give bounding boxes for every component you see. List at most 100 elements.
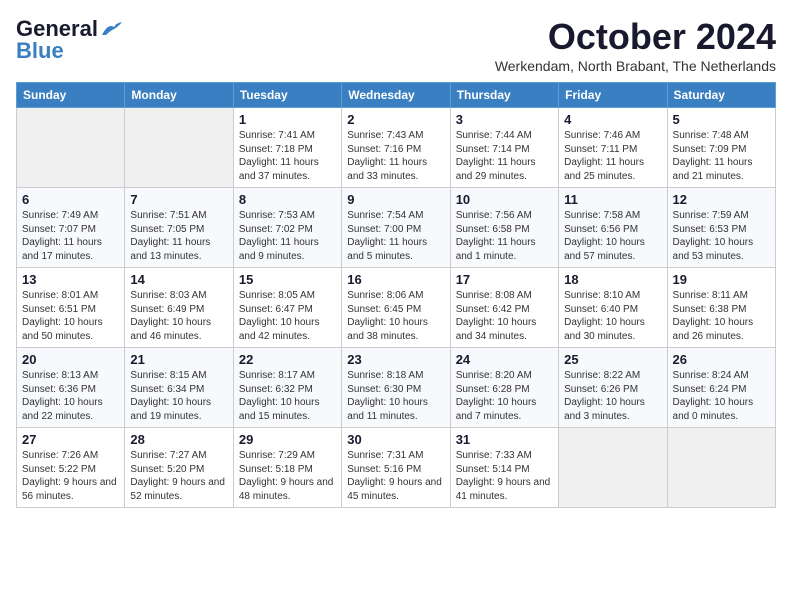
day-details: Sunrise: 8:15 AM Sunset: 6:34 PM Dayligh… xyxy=(130,369,227,423)
weekday-header-thursday: Thursday xyxy=(450,83,558,108)
calendar-cell: 1 Sunrise: 7:41 AM Sunset: 7:18 PM Daylig… xyxy=(233,108,341,188)
calendar-header-row: SundayMondayTuesdayWednesdayThursdayFrid… xyxy=(17,83,776,108)
calendar-table: SundayMondayTuesdayWednesdayThursdayFrid… xyxy=(16,82,776,508)
weekday-header-wednesday: Wednesday xyxy=(342,83,450,108)
calendar-cell xyxy=(125,108,233,188)
calendar-cell: 22Sunrise: 8:17 AM Sunset: 6:32 PM Dayli… xyxy=(233,348,341,428)
calendar-week-row: 1 Sunrise: 7:41 AM Sunset: 7:18 PM Daylig… xyxy=(17,108,776,188)
day-number: 12 xyxy=(673,192,770,207)
calendar-cell: 28 Sunrise: 7:27 AM Sunset: 5:20 PM Dayli… xyxy=(125,428,233,508)
logo: General Blue xyxy=(16,16,122,64)
day-details: Sunrise: 7:53 AM Sunset: 7:02 PM Dayligh… xyxy=(239,209,336,263)
day-details: Sunrise: 7:26 AM Sunset: 5:22 PM Dayligh… xyxy=(22,449,119,503)
calendar-week-row: 13Sunrise: 8:01 AM Sunset: 6:51 PM Dayli… xyxy=(17,268,776,348)
day-number: 17 xyxy=(456,272,553,287)
day-number: 14 xyxy=(130,272,227,287)
calendar-cell: 15 Sunrise: 8:05 AM Sunset: 6:47 PM Dayli… xyxy=(233,268,341,348)
day-details: Sunrise: 8:11 AM Sunset: 6:38 PM Dayligh… xyxy=(673,289,770,343)
day-details: Sunrise: 8:18 AM Sunset: 6:30 PM Dayligh… xyxy=(347,369,444,423)
day-details: Sunrise: 7:54 AM Sunset: 7:00 PM Dayligh… xyxy=(347,209,444,263)
day-number: 21 xyxy=(130,352,227,367)
calendar-cell: 20 Sunrise: 8:13 AM Sunset: 6:36 PM Dayli… xyxy=(17,348,125,428)
day-details: Sunrise: 8:22 AM Sunset: 6:26 PM Dayligh… xyxy=(564,369,661,423)
calendar-cell: 24Sunrise: 8:20 AM Sunset: 6:28 PM Dayli… xyxy=(450,348,558,428)
calendar-cell: 4Sunrise: 7:46 AM Sunset: 7:11 PM Daylig… xyxy=(559,108,667,188)
day-details: Sunrise: 8:08 AM Sunset: 6:42 PM Dayligh… xyxy=(456,289,553,343)
weekday-header-saturday: Saturday xyxy=(667,83,775,108)
day-details: Sunrise: 8:13 AM Sunset: 6:36 PM Dayligh… xyxy=(22,369,119,423)
day-number: 20 xyxy=(22,352,119,367)
day-details: Sunrise: 7:51 AM Sunset: 7:05 PM Dayligh… xyxy=(130,209,227,263)
day-details: Sunrise: 8:17 AM Sunset: 6:32 PM Dayligh… xyxy=(239,369,336,423)
calendar-cell: 21 Sunrise: 8:15 AM Sunset: 6:34 PM Dayli… xyxy=(125,348,233,428)
calendar-cell: 17 Sunrise: 8:08 AM Sunset: 6:42 PM Dayli… xyxy=(450,268,558,348)
day-number: 23 xyxy=(347,352,444,367)
day-details: Sunrise: 7:59 AM Sunset: 6:53 PM Dayligh… xyxy=(673,209,770,263)
day-number: 7 xyxy=(130,192,227,207)
day-number: 13 xyxy=(22,272,119,287)
day-number: 2 xyxy=(347,112,444,127)
day-number: 28 xyxy=(130,432,227,447)
calendar-cell: 2 Sunrise: 7:43 AM Sunset: 7:16 PM Daylig… xyxy=(342,108,450,188)
day-details: Sunrise: 8:20 AM Sunset: 6:28 PM Dayligh… xyxy=(456,369,553,423)
day-details: Sunrise: 7:44 AM Sunset: 7:14 PM Dayligh… xyxy=(456,129,553,183)
day-details: Sunrise: 7:58 AM Sunset: 6:56 PM Dayligh… xyxy=(564,209,661,263)
day-details: Sunrise: 7:31 AM Sunset: 5:16 PM Dayligh… xyxy=(347,449,444,503)
day-number: 16 xyxy=(347,272,444,287)
calendar-cell: 13Sunrise: 8:01 AM Sunset: 6:51 PM Dayli… xyxy=(17,268,125,348)
day-number: 3 xyxy=(456,112,553,127)
calendar-cell: 11 Sunrise: 7:58 AM Sunset: 6:56 PM Dayli… xyxy=(559,188,667,268)
weekday-header-monday: Monday xyxy=(125,83,233,108)
calendar-cell: 9 Sunrise: 7:54 AM Sunset: 7:00 PM Daylig… xyxy=(342,188,450,268)
day-number: 18 xyxy=(564,272,661,287)
page-header: General Blue October 2024 Werkendam, Nor… xyxy=(16,16,776,74)
day-number: 9 xyxy=(347,192,444,207)
calendar-cell xyxy=(17,108,125,188)
calendar-cell: 31Sunrise: 7:33 AM Sunset: 5:14 PM Dayli… xyxy=(450,428,558,508)
logo-blue: Blue xyxy=(16,38,64,64)
day-details: Sunrise: 8:06 AM Sunset: 6:45 PM Dayligh… xyxy=(347,289,444,343)
day-number: 29 xyxy=(239,432,336,447)
calendar-cell: 14Sunrise: 8:03 AM Sunset: 6:49 PM Dayli… xyxy=(125,268,233,348)
day-details: Sunrise: 7:43 AM Sunset: 7:16 PM Dayligh… xyxy=(347,129,444,183)
day-number: 25 xyxy=(564,352,661,367)
calendar-cell: 27 Sunrise: 7:26 AM Sunset: 5:22 PM Dayli… xyxy=(17,428,125,508)
weekday-header-friday: Friday xyxy=(559,83,667,108)
logo-bird-icon xyxy=(100,21,122,37)
day-details: Sunrise: 7:27 AM Sunset: 5:20 PM Dayligh… xyxy=(130,449,227,503)
calendar-week-row: 20 Sunrise: 8:13 AM Sunset: 6:36 PM Dayli… xyxy=(17,348,776,428)
calendar-cell xyxy=(667,428,775,508)
calendar-cell: 5 Sunrise: 7:48 AM Sunset: 7:09 PM Daylig… xyxy=(667,108,775,188)
day-details: Sunrise: 7:48 AM Sunset: 7:09 PM Dayligh… xyxy=(673,129,770,183)
day-details: Sunrise: 8:05 AM Sunset: 6:47 PM Dayligh… xyxy=(239,289,336,343)
calendar-cell: 6Sunrise: 7:49 AM Sunset: 7:07 PM Daylig… xyxy=(17,188,125,268)
calendar-cell: 23 Sunrise: 8:18 AM Sunset: 6:30 PM Dayli… xyxy=(342,348,450,428)
calendar-cell: 10Sunrise: 7:56 AM Sunset: 6:58 PM Dayli… xyxy=(450,188,558,268)
calendar-cell: 16 Sunrise: 8:06 AM Sunset: 6:45 PM Dayli… xyxy=(342,268,450,348)
weekday-header-tuesday: Tuesday xyxy=(233,83,341,108)
calendar-cell: 18 Sunrise: 8:10 AM Sunset: 6:40 PM Dayli… xyxy=(559,268,667,348)
calendar-cell: 29 Sunrise: 7:29 AM Sunset: 5:18 PM Dayli… xyxy=(233,428,341,508)
day-details: Sunrise: 7:29 AM Sunset: 5:18 PM Dayligh… xyxy=(239,449,336,503)
calendar-cell: 8 Sunrise: 7:53 AM Sunset: 7:02 PM Daylig… xyxy=(233,188,341,268)
day-number: 30 xyxy=(347,432,444,447)
day-details: Sunrise: 8:24 AM Sunset: 6:24 PM Dayligh… xyxy=(673,369,770,423)
day-number: 8 xyxy=(239,192,336,207)
day-number: 4 xyxy=(564,112,661,127)
day-number: 27 xyxy=(22,432,119,447)
calendar-cell: 26Sunrise: 8:24 AM Sunset: 6:24 PM Dayli… xyxy=(667,348,775,428)
day-details: Sunrise: 7:33 AM Sunset: 5:14 PM Dayligh… xyxy=(456,449,553,503)
day-details: Sunrise: 7:49 AM Sunset: 7:07 PM Dayligh… xyxy=(22,209,119,263)
calendar-cell: 12 Sunrise: 7:59 AM Sunset: 6:53 PM Dayli… xyxy=(667,188,775,268)
day-details: Sunrise: 7:41 AM Sunset: 7:18 PM Dayligh… xyxy=(239,129,336,183)
day-number: 11 xyxy=(564,192,661,207)
day-number: 10 xyxy=(456,192,553,207)
calendar-cell: 3 Sunrise: 7:44 AM Sunset: 7:14 PM Daylig… xyxy=(450,108,558,188)
day-number: 5 xyxy=(673,112,770,127)
calendar-cell: 7 Sunrise: 7:51 AM Sunset: 7:05 PM Daylig… xyxy=(125,188,233,268)
day-details: Sunrise: 8:10 AM Sunset: 6:40 PM Dayligh… xyxy=(564,289,661,343)
day-number: 1 xyxy=(239,112,336,127)
day-number: 15 xyxy=(239,272,336,287)
title-block: October 2024 Werkendam, North Brabant, T… xyxy=(495,16,776,74)
calendar-week-row: 27 Sunrise: 7:26 AM Sunset: 5:22 PM Dayli… xyxy=(17,428,776,508)
